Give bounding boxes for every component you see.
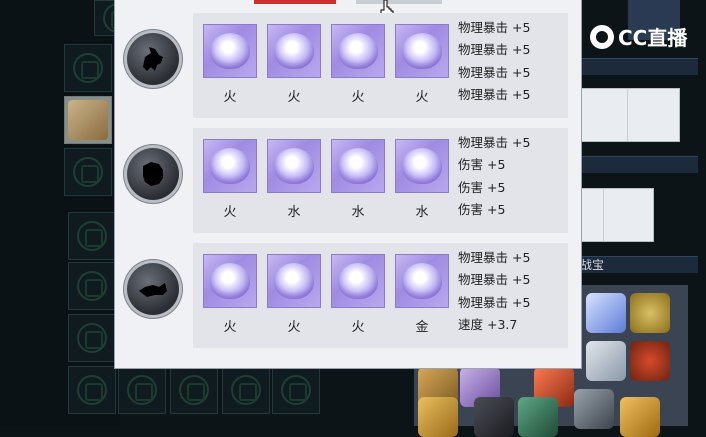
watermark-text: CC直播 xyxy=(618,26,688,50)
rune-icon xyxy=(77,375,107,405)
gem-slot[interactable] xyxy=(267,139,321,193)
tower-item-icon[interactable] xyxy=(574,389,614,429)
inventory-slot[interactable] xyxy=(64,44,112,92)
stat-line: 物理暴击 +5 xyxy=(458,64,531,80)
rune-icon xyxy=(77,221,107,251)
tab-inactive[interactable] xyxy=(356,0,442,4)
gem-icon xyxy=(402,33,442,69)
stream-watermark: CC直播 xyxy=(590,22,687,51)
beast-silhouette-icon[interactable] xyxy=(127,148,179,200)
gem-slot[interactable] xyxy=(395,139,449,193)
stat-line: 物理暴击 +5 xyxy=(458,272,531,288)
gem-icon xyxy=(274,263,314,299)
helmet-item-icon[interactable] xyxy=(474,397,514,437)
gem-slot[interactable] xyxy=(331,24,385,78)
tab-active[interactable] xyxy=(254,0,336,4)
rune-icon xyxy=(73,53,103,83)
inventory-slot[interactable] xyxy=(68,262,116,310)
rune-icon xyxy=(127,375,157,405)
stat-line: 伤害 +5 xyxy=(458,179,506,195)
gem-icon xyxy=(338,148,378,184)
inventory-slot[interactable] xyxy=(222,366,270,414)
gem-slot[interactable] xyxy=(203,24,257,78)
right-bar-label: 战宝 xyxy=(580,258,605,272)
gem-icon xyxy=(402,263,442,299)
gem-slot[interactable] xyxy=(203,139,257,193)
gem-icon xyxy=(274,148,314,184)
right-panel-box xyxy=(580,88,680,142)
rune-icon xyxy=(77,323,107,353)
inventory-slot[interactable] xyxy=(272,366,320,414)
stat-line: 物理暴击 +5 xyxy=(458,135,531,150)
fish-silhouette-icon[interactable] xyxy=(127,263,179,315)
gem-stats-list: 物理暴击 +5 物理暴击 +5 物理暴击 +5 物理暴击 +5 xyxy=(458,17,530,106)
figure-item-icon[interactable] xyxy=(586,341,626,381)
gem-slot[interactable] xyxy=(331,254,385,308)
right-panel-header xyxy=(580,58,698,75)
stat-line: 伤害 +5 xyxy=(458,201,506,217)
gem-element-label: 火 xyxy=(223,90,237,105)
inventory-slot[interactable] xyxy=(68,366,116,414)
rune-icon xyxy=(231,375,261,405)
gem-element-label: 火 xyxy=(351,90,365,105)
gem-element-label: 火 xyxy=(223,205,237,220)
gem-slot[interactable] xyxy=(203,254,257,308)
gem-element-label: 水 xyxy=(415,205,429,220)
gem-element-label: 火 xyxy=(351,320,365,335)
gold-ring-item-icon[interactable] xyxy=(620,397,660,437)
gem-icon xyxy=(338,263,378,299)
gem-slot[interactable] xyxy=(395,254,449,308)
gem-element-label: 火 xyxy=(415,90,429,105)
weapon-item-icon xyxy=(68,100,108,140)
stat-line: 速度 +3.7 xyxy=(458,316,518,332)
pot-item-icon[interactable] xyxy=(630,341,670,381)
gem-slot[interactable] xyxy=(331,139,385,193)
gem-slot[interactable] xyxy=(395,24,449,78)
gem-slot[interactable] xyxy=(267,254,321,308)
gem-element-label: 火 xyxy=(223,320,237,335)
amulet-item-icon[interactable] xyxy=(630,293,670,333)
gem-slot[interactable] xyxy=(267,24,321,78)
gem-icon xyxy=(274,33,314,69)
cc-logo-icon xyxy=(590,24,614,49)
inventory-slot-selected[interactable] xyxy=(64,96,112,144)
right-panel-box xyxy=(580,188,654,242)
stat-line: 物理暴击 +5 xyxy=(458,42,531,58)
right-panel-header xyxy=(580,156,698,173)
gem-icon xyxy=(338,33,378,69)
ring-item-icon[interactable] xyxy=(418,397,458,437)
inventory-slot[interactable] xyxy=(118,366,166,414)
sword-item-icon[interactable] xyxy=(586,293,626,333)
stat-line: 伤害 +5 xyxy=(458,157,506,173)
inventory-slot[interactable] xyxy=(64,148,112,196)
gem-element-label: 火 xyxy=(287,90,301,105)
gem-icon xyxy=(210,33,250,69)
inventory-slot[interactable] xyxy=(68,314,116,362)
gem-element-label: 火 xyxy=(287,320,301,335)
gem-icon xyxy=(210,148,250,184)
dragon-silhouette-icon[interactable] xyxy=(127,33,179,85)
inventory-slot[interactable] xyxy=(170,366,218,414)
stat-line: 物理暴击 +5 xyxy=(458,20,531,35)
gem-icon xyxy=(402,148,442,184)
stat-line: 物理暴击 +5 xyxy=(458,250,531,265)
gem-icon xyxy=(210,263,250,299)
inventory-slot[interactable] xyxy=(68,212,116,260)
jade-item-icon[interactable] xyxy=(518,397,558,437)
rune-icon xyxy=(179,375,209,405)
gem-element-label: 水 xyxy=(287,205,301,220)
gem-element-label: 水 xyxy=(351,205,365,220)
stat-line: 物理暴击 +5 xyxy=(458,86,531,102)
gem-element-label: 金 xyxy=(415,320,429,335)
gem-stats-list: 物理暴击 +5 伤害 +5 伤害 +5 伤害 +5 xyxy=(458,132,530,221)
gem-stats-list: 物理暴击 +5 物理暴击 +5 物理暴击 +5 速度 +3.7 xyxy=(458,247,530,336)
stat-line: 物理暴击 +5 xyxy=(458,294,531,310)
rune-icon xyxy=(77,271,107,301)
rune-icon xyxy=(281,375,311,405)
rune-icon xyxy=(73,157,103,187)
